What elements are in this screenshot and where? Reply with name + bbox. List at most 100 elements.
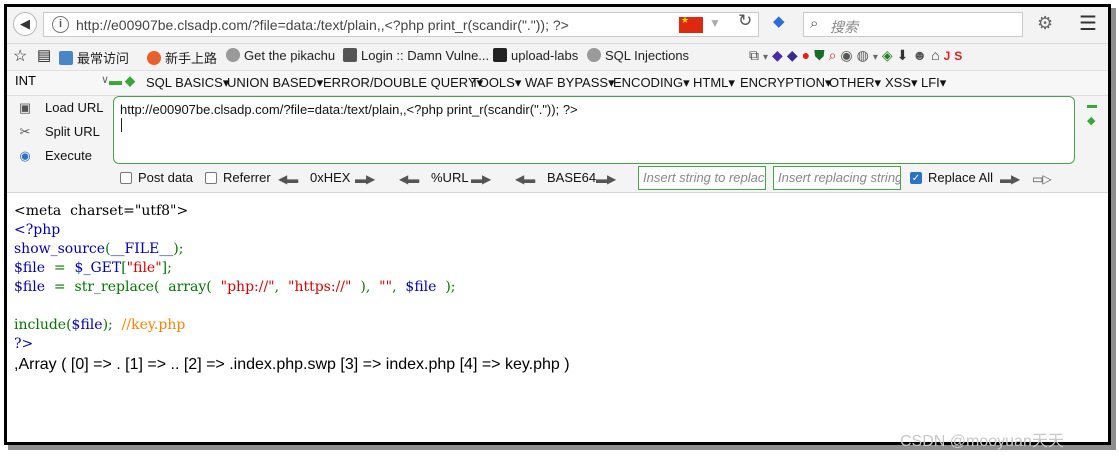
library-icon[interactable]: ▤ bbox=[37, 46, 51, 64]
url-encode-label: %URL bbox=[431, 170, 469, 185]
referrer-label: Referrer bbox=[223, 170, 271, 185]
plus-icon[interactable]: ◆ bbox=[125, 73, 135, 89]
menu-encoding[interactable]: ENCODING▾ bbox=[613, 75, 690, 91]
menu-encryption[interactable]: ENCRYPTION▾ bbox=[740, 75, 832, 91]
arrow-right-outline-icon[interactable]: ▭▷ bbox=[1032, 172, 1052, 186]
arrow-left-icon[interactable]: ◀▬ bbox=[399, 172, 419, 186]
replace-string-input[interactable]: Insert string to replace bbox=[638, 166, 766, 190]
referrer-checkbox[interactable] bbox=[205, 172, 217, 184]
chevron-down-icon: ∨ bbox=[100, 74, 109, 86]
replacing-string-input[interactable]: Insert replacing string bbox=[773, 166, 901, 190]
execute-button[interactable]: ◉ Execute bbox=[17, 148, 92, 164]
load-url-icon: ▣ bbox=[18, 100, 32, 115]
post-data-label: Post data bbox=[138, 170, 193, 185]
chevron-down-icon[interactable]: ▼ bbox=[709, 16, 721, 30]
minus-icon[interactable]: ▬ bbox=[1087, 100, 1097, 111]
adblock-icon: ● bbox=[801, 47, 815, 63]
code-line-show-source: show_source(__FILE__); bbox=[14, 241, 184, 257]
hackbar-url-textarea[interactable]: http://e00907be.clsadp.com/?file=data:/t… bbox=[113, 96, 1075, 164]
bird-extension-icon[interactable]: ◆ bbox=[773, 13, 790, 30]
screenshot-icon: ⧉ bbox=[749, 47, 763, 63]
chevron-down-icon: ▾ bbox=[763, 52, 773, 63]
select-value: INT bbox=[15, 73, 36, 88]
menu-html[interactable]: HTML▾ bbox=[693, 75, 735, 91]
magnifier-icon: ⌕ bbox=[828, 47, 841, 63]
menu-sql-basics[interactable]: SQL BASICS▾ bbox=[146, 75, 229, 91]
scandir-output: ,Array ( [0] => . [1] => .. [2] => .inde… bbox=[14, 356, 570, 373]
back-button[interactable]: ◀ bbox=[13, 12, 37, 36]
cookie-icon: ◍ bbox=[856, 47, 873, 63]
proxy-icon: ◉ bbox=[840, 47, 857, 63]
globe-icon bbox=[226, 48, 240, 62]
code-line-str-replace: $file = str_replace( array( "php://", "h… bbox=[14, 279, 456, 295]
arrow-right-icon[interactable]: ▬▶ bbox=[355, 172, 375, 186]
split-url-button[interactable]: ✂ Split URL bbox=[17, 124, 100, 140]
menu-tools[interactable]: TOOLS▾ bbox=[471, 75, 521, 91]
frame-shadow-right bbox=[1111, 8, 1116, 450]
split-url-icon: ✂ bbox=[19, 124, 31, 139]
arrow-left-icon[interactable]: ◀▬ bbox=[515, 172, 535, 186]
menu-error-double-query[interactable]: ERROR/DOUBLE QUERY▾ bbox=[323, 75, 483, 91]
menu-union-based[interactable]: UNION BASED▾ bbox=[227, 75, 323, 91]
bookmarks-bar: ☆ ▤ 最常访问 新手上路 Get the pikachu Login :: D… bbox=[7, 44, 1108, 71]
post-data-checkbox[interactable] bbox=[120, 172, 132, 184]
bookmark-label: Login :: Damn Vulne... bbox=[361, 48, 490, 63]
bookmark-label: upload-labs bbox=[511, 48, 579, 63]
plus-icon[interactable]: ◆ bbox=[1087, 114, 1095, 127]
code-line-include: include($file); //key.php bbox=[14, 317, 186, 333]
address-bar[interactable]: i http://e00907be.clsadp.com/?file=data:… bbox=[43, 12, 759, 37]
text-caret bbox=[121, 118, 122, 132]
minus-icon[interactable]: ▬ bbox=[109, 73, 122, 88]
camera-icon bbox=[493, 48, 507, 62]
reload-icon[interactable]: ↻ bbox=[738, 11, 752, 31]
toolbar-extension-icons[interactable]: ⧉▾◆◆●⛊⌕◉◍▾◈⬇☻⌂JS bbox=[749, 47, 966, 64]
js-icon: JS bbox=[943, 49, 967, 63]
bookmark-item-pikachu[interactable]: Get the pikachu bbox=[226, 48, 335, 63]
code-line-meta: <meta charset="utf8"> bbox=[14, 203, 189, 219]
arrow-right-icon[interactable]: ▬▶ bbox=[596, 172, 616, 186]
hex-label: 0xHEX bbox=[310, 170, 351, 185]
menu-waf-bypass[interactable]: WAF BYPASS▾ bbox=[525, 75, 615, 91]
replace-all-label: Replace All bbox=[928, 170, 994, 185]
arrow-left-icon[interactable]: ◀▬ bbox=[278, 172, 298, 186]
load-url-button[interactable]: ▣ Load URL bbox=[17, 100, 104, 116]
code-line-get: $file = $_GET["file"]; bbox=[14, 260, 172, 276]
menu-xss[interactable]: XSS▾ bbox=[885, 75, 918, 91]
hackbar-panel: ▣ Load URL ✂ Split URL ◉ Execute http://e00… bbox=[7, 96, 1108, 193]
page-content: <meta charset="utf8"> <?php show_source(… bbox=[7, 193, 1108, 442]
globe-icon bbox=[587, 48, 601, 62]
shield-icon: ⛊ bbox=[814, 47, 829, 63]
wappalyzer-icon: ◆ bbox=[772, 47, 787, 63]
arrow-right-icon[interactable]: ▬▶ bbox=[471, 172, 491, 186]
base64-label: BASE64 bbox=[547, 170, 597, 185]
bookmark-item-most-visited[interactable]: 最常访问 bbox=[59, 48, 129, 67]
chevron-down-icon: ▾ bbox=[872, 52, 882, 63]
gear-icon[interactable]: ⚙ bbox=[1037, 13, 1053, 34]
search-placeholder: 搜索 bbox=[830, 19, 858, 35]
address-url[interactable]: http://e00907be.clsadp.com/?file=data:/t… bbox=[76, 17, 569, 33]
bookmark-item-getting-started[interactable]: 新手上路 bbox=[147, 48, 217, 67]
hackbar-options-row: Post data Referrer ◀▬ 0xHEX ▬▶ ◀▬ %URL ▬… bbox=[7, 166, 1108, 192]
firefox-icon bbox=[147, 51, 161, 65]
hamburger-menu-icon[interactable]: ☰ bbox=[1079, 11, 1097, 36]
bookmark-item-upload-labs[interactable]: upload-labs bbox=[493, 48, 578, 63]
bookmark-folder-icon bbox=[59, 51, 73, 65]
hackbar-menu: INT ∨ ▬ ◆ SQL BASICS▾ UNION BASED▾ ERROR… bbox=[7, 71, 1108, 96]
menu-other[interactable]: OTHER▾ bbox=[829, 75, 881, 91]
search-input[interactable]: ⌕ 搜索 bbox=[803, 12, 1023, 37]
injection-type-select[interactable]: INT ∨ bbox=[15, 73, 111, 92]
menu-lfi[interactable]: LFI▾ bbox=[921, 75, 946, 91]
textarea-value: http://e00907be.clsadp.com/?file=data:/t… bbox=[120, 102, 578, 117]
browser-window: ◀ i http://e00907be.clsadp.com/?file=dat… bbox=[4, 4, 1111, 445]
hackbar-icon: ◆ bbox=[786, 47, 802, 63]
watermark: CSDN @mooyuan天天 bbox=[900, 433, 1064, 450]
code-line-php-open: <?php bbox=[14, 222, 61, 238]
replace-all-checkbox[interactable]: ✓ bbox=[910, 172, 922, 184]
dvwa-icon bbox=[343, 48, 357, 62]
arrow-right-icon[interactable]: ▬▶ bbox=[1000, 172, 1020, 186]
bookmark-star-icon[interactable]: ☆ bbox=[13, 46, 27, 66]
bookmark-item-dvwa[interactable]: Login :: Damn Vulne... bbox=[343, 48, 489, 63]
bookmark-item-sql-injections[interactable]: SQL Injections bbox=[587, 48, 689, 63]
info-icon[interactable]: i bbox=[52, 16, 69, 33]
home-icon: ⌂ bbox=[931, 47, 944, 63]
